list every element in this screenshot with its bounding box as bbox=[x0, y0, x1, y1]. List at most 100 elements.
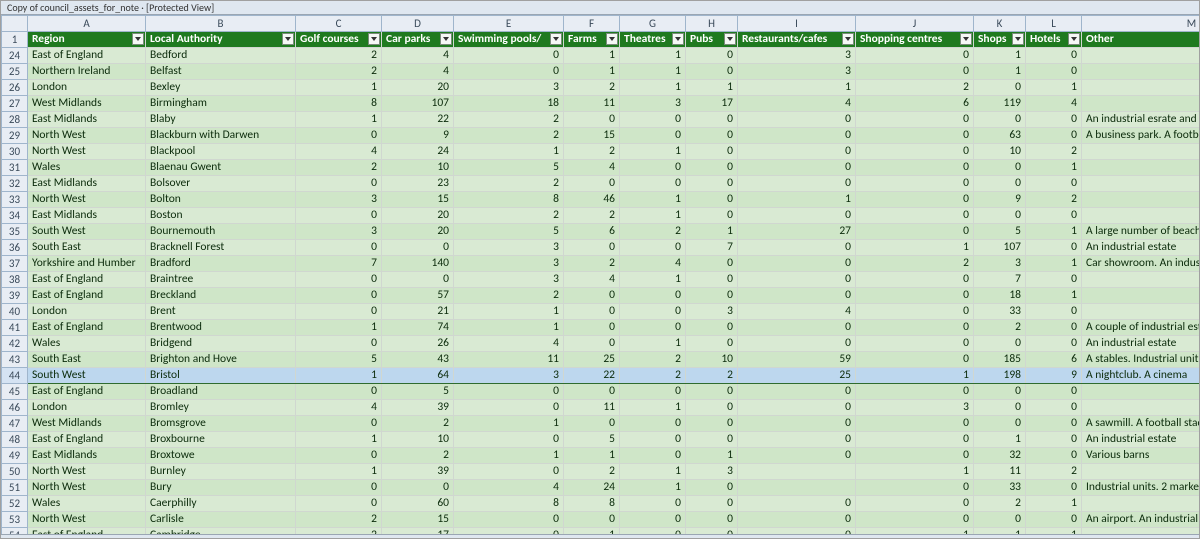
cell[interactable]: 1 bbox=[620, 64, 686, 80]
cell[interactable]: 57 bbox=[382, 288, 454, 304]
cell[interactable]: 1 bbox=[296, 320, 382, 336]
cell[interactable]: 0 bbox=[296, 496, 382, 512]
cell[interactable]: 1 bbox=[454, 320, 564, 336]
cell[interactable]: 0 bbox=[856, 304, 974, 320]
cell[interactable]: 0 bbox=[856, 192, 974, 208]
cell[interactable] bbox=[1082, 96, 1200, 112]
cell[interactable]: North West bbox=[28, 192, 146, 208]
cell[interactable] bbox=[1082, 496, 1200, 512]
cell[interactable]: 0 bbox=[856, 384, 974, 400]
field-header[interactable]: Shops bbox=[974, 32, 1026, 48]
cell[interactable]: 0 bbox=[296, 384, 382, 400]
cell[interactable]: 1 bbox=[686, 224, 738, 240]
cell[interactable]: 4 bbox=[454, 480, 564, 496]
cell[interactable]: 0 bbox=[686, 496, 738, 512]
cell[interactable]: South West bbox=[28, 224, 146, 240]
cell[interactable]: Birmingham bbox=[146, 96, 296, 112]
cell[interactable]: 2 bbox=[454, 208, 564, 224]
cell[interactable]: A couple of industrial estates. A cl bbox=[1082, 320, 1200, 336]
cell[interactable]: 10 bbox=[686, 352, 738, 368]
cell[interactable]: 0 bbox=[620, 112, 686, 128]
table-row[interactable]: 28East MidlandsBlaby12220000000An indust… bbox=[2, 112, 1200, 128]
cell[interactable]: 0 bbox=[296, 240, 382, 256]
cell[interactable] bbox=[1082, 304, 1200, 320]
table-row[interactable]: 26LondonBexley12032111201 bbox=[2, 80, 1200, 96]
cell[interactable]: Blackburn with Darwen bbox=[146, 128, 296, 144]
cell[interactable] bbox=[1082, 400, 1200, 416]
cell[interactable]: 1 bbox=[454, 416, 564, 432]
cell[interactable]: 1 bbox=[856, 464, 974, 480]
cell[interactable]: 0 bbox=[686, 176, 738, 192]
cell[interactable]: 0 bbox=[620, 448, 686, 464]
row-header[interactable]: 52 bbox=[2, 496, 28, 512]
cell[interactable]: 32 bbox=[974, 448, 1026, 464]
cell[interactable]: 17 bbox=[686, 96, 738, 112]
cell[interactable]: 0 bbox=[1026, 128, 1082, 144]
table-row[interactable]: 32East MidlandsBolsover02320000000 bbox=[2, 176, 1200, 192]
select-all-corner[interactable] bbox=[2, 16, 28, 32]
filter-dropdown-icon[interactable] bbox=[1012, 33, 1024, 45]
cell[interactable]: East Midlands bbox=[28, 176, 146, 192]
cell[interactable]: 0 bbox=[620, 160, 686, 176]
cell[interactable]: 0 bbox=[1026, 432, 1082, 448]
cell[interactable]: West Midlands bbox=[28, 96, 146, 112]
filter-dropdown-icon[interactable] bbox=[368, 33, 380, 45]
cell[interactable]: 6 bbox=[856, 96, 974, 112]
cell[interactable]: A large number of beach huts bbox=[1082, 224, 1200, 240]
cell[interactable]: 3 bbox=[974, 256, 1026, 272]
cell[interactable]: 0 bbox=[856, 352, 974, 368]
cell[interactable]: 1 bbox=[620, 336, 686, 352]
row-header[interactable]: 49 bbox=[2, 448, 28, 464]
cell[interactable]: 0 bbox=[738, 144, 856, 160]
field-header[interactable]: Theatres bbox=[620, 32, 686, 48]
cell[interactable]: 2 bbox=[382, 448, 454, 464]
cell[interactable]: Braintree bbox=[146, 272, 296, 288]
row-header[interactable]: 45 bbox=[2, 384, 28, 400]
row-header[interactable]: 40 bbox=[2, 304, 28, 320]
cell[interactable]: 0 bbox=[1026, 240, 1082, 256]
cell[interactable]: 0 bbox=[620, 288, 686, 304]
cell[interactable]: 21 bbox=[382, 304, 454, 320]
cell[interactable]: 0 bbox=[1026, 304, 1082, 320]
cell[interactable] bbox=[1082, 192, 1200, 208]
cell[interactable]: East of England bbox=[28, 432, 146, 448]
cell[interactable]: 1 bbox=[1026, 80, 1082, 96]
cell[interactable]: 0 bbox=[454, 400, 564, 416]
cell[interactable]: 1 bbox=[296, 464, 382, 480]
cell[interactable]: 5 bbox=[382, 384, 454, 400]
cell[interactable]: 0 bbox=[738, 384, 856, 400]
cell[interactable]: North West bbox=[28, 480, 146, 496]
cell[interactable]: 2 bbox=[382, 416, 454, 432]
cell[interactable] bbox=[1082, 288, 1200, 304]
cell[interactable]: 0 bbox=[686, 112, 738, 128]
field-header[interactable]: Local Authority bbox=[146, 32, 296, 48]
grid-area[interactable]: ABCDEFGHIJKLM1RegionLocal AuthorityGolf … bbox=[1, 15, 1199, 534]
cell[interactable]: 0 bbox=[686, 160, 738, 176]
cell[interactable]: Bridgend bbox=[146, 336, 296, 352]
cell[interactable]: 1 bbox=[738, 192, 856, 208]
cell[interactable]: 0 bbox=[564, 512, 620, 528]
cell[interactable]: Yorkshire and Humber bbox=[28, 256, 146, 272]
cell[interactable]: 24 bbox=[382, 144, 454, 160]
cell[interactable]: Broxbourne bbox=[146, 432, 296, 448]
cell[interactable]: Wales bbox=[28, 336, 146, 352]
cell[interactable]: South East bbox=[28, 352, 146, 368]
field-header[interactable]: Restaurants/cafes bbox=[738, 32, 856, 48]
cell[interactable]: 0 bbox=[856, 512, 974, 528]
cell[interactable]: 20 bbox=[382, 208, 454, 224]
cell[interactable]: 0 bbox=[738, 336, 856, 352]
cell[interactable]: 3 bbox=[686, 464, 738, 480]
row-header[interactable]: 1 bbox=[2, 32, 28, 48]
column-header[interactable]: F bbox=[564, 16, 620, 32]
cell[interactable]: 2 bbox=[564, 208, 620, 224]
cell[interactable]: 6 bbox=[564, 224, 620, 240]
cell[interactable]: London bbox=[28, 80, 146, 96]
cell[interactable]: 0 bbox=[738, 160, 856, 176]
cell[interactable]: Brighton and Hove bbox=[146, 352, 296, 368]
cell[interactable]: 1 bbox=[296, 112, 382, 128]
cell[interactable]: 1 bbox=[1026, 224, 1082, 240]
cell[interactable]: 3 bbox=[454, 80, 564, 96]
cell[interactable]: 2 bbox=[974, 496, 1026, 512]
cell[interactable]: 0 bbox=[738, 320, 856, 336]
cell[interactable]: 0 bbox=[454, 464, 564, 480]
